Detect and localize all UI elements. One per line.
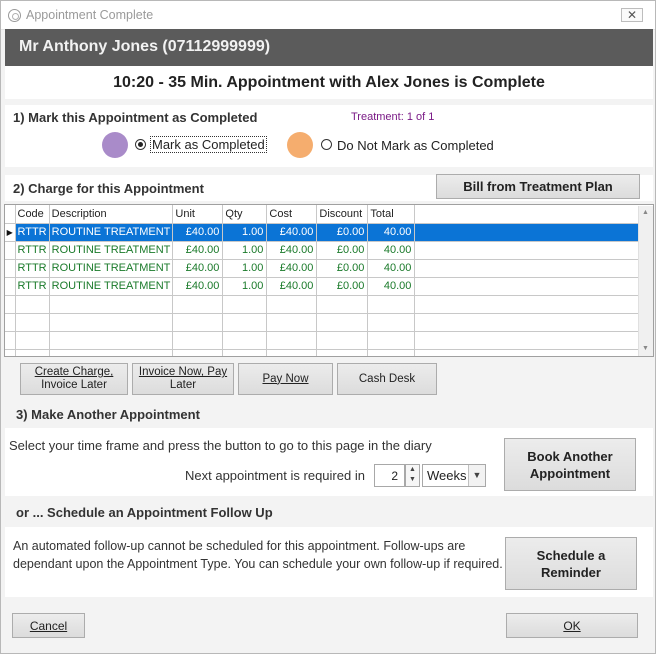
column-header[interactable]: Cost xyxy=(266,205,318,224)
section-another-appointment-heading: 3) Make Another Appointment xyxy=(16,407,200,422)
section-mark-completed-header: 1) Mark this Appointment as Completed Tr… xyxy=(5,105,653,131)
grid-header-row: Code Description Unit Qty Cost Discount … xyxy=(5,205,648,224)
cell-discount[interactable]: £0.00 xyxy=(316,259,369,278)
title-bar: Appointment Complete ✕ xyxy=(1,1,655,30)
cell-total[interactable]: 40.00 xyxy=(367,241,416,260)
column-header[interactable]: Code xyxy=(15,205,50,224)
cell-cost[interactable]: £40.00 xyxy=(266,277,318,296)
empty-row[interactable] xyxy=(5,331,648,350)
empty-row[interactable] xyxy=(5,349,648,356)
section-follow-up-header: or ... Schedule an Appointment Follow Up xyxy=(5,499,653,526)
app-icon xyxy=(8,9,21,22)
book-another-appointment-button[interactable]: Book Another Appointment xyxy=(504,438,636,491)
cell-total[interactable]: 40.00 xyxy=(367,277,416,296)
empty-row[interactable] xyxy=(5,313,648,332)
scroll-up-icon[interactable]: ▲ xyxy=(642,209,649,216)
table-row[interactable]: RTTR ROUTINE TREATMENT £40.00 1.00 £40.0… xyxy=(5,241,648,260)
mark-completed-label[interactable]: Mark as Completed xyxy=(150,136,267,153)
section-another-appointment-header: 3) Make Another Appointment xyxy=(5,402,653,427)
cell-unit[interactable]: £40.00 xyxy=(172,277,224,296)
schedule-reminder-button[interactable]: Schedule a Reminder xyxy=(505,537,637,590)
column-header[interactable]: Total xyxy=(367,205,416,224)
scroll-down-icon[interactable]: ▼ xyxy=(642,345,649,352)
column-header[interactable]: Unit xyxy=(172,205,224,224)
cell-qty[interactable]: 1.00 xyxy=(222,223,268,242)
cell-qty[interactable]: 1.00 xyxy=(222,241,268,260)
not-completed-radio[interactable] xyxy=(321,139,332,150)
patient-header: Mr Anthony Jones (07112999999) xyxy=(5,29,653,66)
cell-total[interactable]: 40.00 xyxy=(367,259,416,278)
next-appointment-quantity-input[interactable]: 2 xyxy=(374,464,405,487)
cell-discount[interactable]: £0.00 xyxy=(316,277,369,296)
section-follow-up-heading: or ... Schedule an Appointment Follow Up xyxy=(16,505,273,520)
stepper-down-icon[interactable]: ▼ xyxy=(409,476,416,483)
cell-discount[interactable]: £0.00 xyxy=(316,241,369,260)
cell-cost[interactable]: £40.00 xyxy=(266,259,318,278)
column-header[interactable]: Description xyxy=(49,205,174,224)
completed-color-swatch xyxy=(102,132,128,158)
cell-code[interactable]: RTTR xyxy=(15,241,50,260)
cell-qty[interactable]: 1.00 xyxy=(222,277,268,296)
cell-unit[interactable]: £40.00 xyxy=(172,241,224,260)
section-mark-completed-heading: 1) Mark this Appointment as Completed xyxy=(13,110,258,125)
pay-now-button[interactable]: Pay Now xyxy=(238,363,333,395)
empty-row[interactable] xyxy=(5,295,648,314)
appointment-complete-window: Appointment Complete ✕ Mr Anthony Jones … xyxy=(0,0,656,654)
cell-unit[interactable]: £40.00 xyxy=(172,223,224,242)
cell-code[interactable]: RTTR xyxy=(15,223,50,242)
stepper-up-icon[interactable]: ▲ xyxy=(409,466,416,473)
window-title: Appointment Complete xyxy=(26,8,154,22)
cell-description[interactable]: ROUTINE TREATMENT xyxy=(49,223,174,242)
time-unit-value: Weeks xyxy=(427,468,467,483)
row-selector-arrow-icon: ▶ xyxy=(5,223,16,242)
next-appointment-instruction: Select your time frame and press the but… xyxy=(9,438,432,453)
table-row[interactable]: RTTR ROUTINE TREATMENT £40.00 1.00 £40.0… xyxy=(5,277,648,296)
chevron-down-icon[interactable]: ▼ xyxy=(468,465,485,486)
not-completed-color-swatch xyxy=(287,132,313,158)
patient-name: Mr Anthony Jones (07112999999) xyxy=(19,38,271,55)
appointment-summary: 10:20 - 35 Min. Appointment with Alex Jo… xyxy=(5,66,653,99)
cell-qty[interactable]: 1.00 xyxy=(222,259,268,278)
section-mark-completed-body: Mark as Completed Do Not Mark as Complet… xyxy=(5,131,653,167)
time-unit-select[interactable]: Weeks ▼ xyxy=(422,464,486,487)
cell-discount[interactable]: £0.00 xyxy=(316,223,369,242)
ok-button[interactable]: OK xyxy=(506,613,638,638)
cash-desk-button[interactable]: Cash Desk xyxy=(337,363,437,395)
column-header[interactable]: Discount xyxy=(316,205,369,224)
charges-grid[interactable]: Code Description Unit Qty Cost Discount … xyxy=(4,204,654,357)
table-row[interactable]: RTTR ROUTINE TREATMENT £40.00 1.00 £40.0… xyxy=(5,259,648,278)
cell-total[interactable]: 40.00 xyxy=(367,223,416,242)
cell-description[interactable]: ROUTINE TREATMENT xyxy=(49,259,174,278)
treatment-count: Treatment: 1 of 1 xyxy=(351,111,435,123)
cell-code[interactable]: RTTR xyxy=(15,259,50,278)
cancel-button[interactable]: Cancel xyxy=(12,613,85,638)
grid-scrollbar[interactable]: ▲ ▼ xyxy=(638,206,653,356)
quantity-stepper[interactable]: ▲ ▼ xyxy=(405,464,420,487)
column-header[interactable]: Qty xyxy=(222,205,268,224)
next-appointment-label: Next appointment is required in xyxy=(185,468,365,483)
section-charge-heading: 2) Charge for this Appointment xyxy=(13,181,204,196)
create-charge-invoice-later-button[interactable]: Create Charge, Invoice Later xyxy=(20,363,128,395)
cell-cost[interactable]: £40.00 xyxy=(266,241,318,260)
cell-code[interactable]: RTTR xyxy=(15,277,50,296)
cell-description[interactable]: ROUTINE TREATMENT xyxy=(49,277,174,296)
cell-cost[interactable]: £40.00 xyxy=(266,223,318,242)
bill-from-treatment-plan-button[interactable]: Bill from Treatment Plan xyxy=(436,174,640,199)
not-completed-label[interactable]: Do Not Mark as Completed xyxy=(337,138,494,153)
mark-completed-radio[interactable] xyxy=(135,139,146,150)
follow-up-message: An automated follow-up cannot be schedul… xyxy=(13,539,503,571)
cell-unit[interactable]: £40.00 xyxy=(172,259,224,278)
invoice-now-pay-later-button[interactable]: Invoice Now, Pay Later xyxy=(132,363,234,395)
table-row[interactable]: ▶ RTTR ROUTINE TREATMENT £40.00 1.00 £40… xyxy=(5,223,648,242)
cell-description[interactable]: ROUTINE TREATMENT xyxy=(49,241,174,260)
close-icon[interactable]: ✕ xyxy=(621,8,643,22)
charges-table: Code Description Unit Qty Cost Discount … xyxy=(5,205,648,356)
